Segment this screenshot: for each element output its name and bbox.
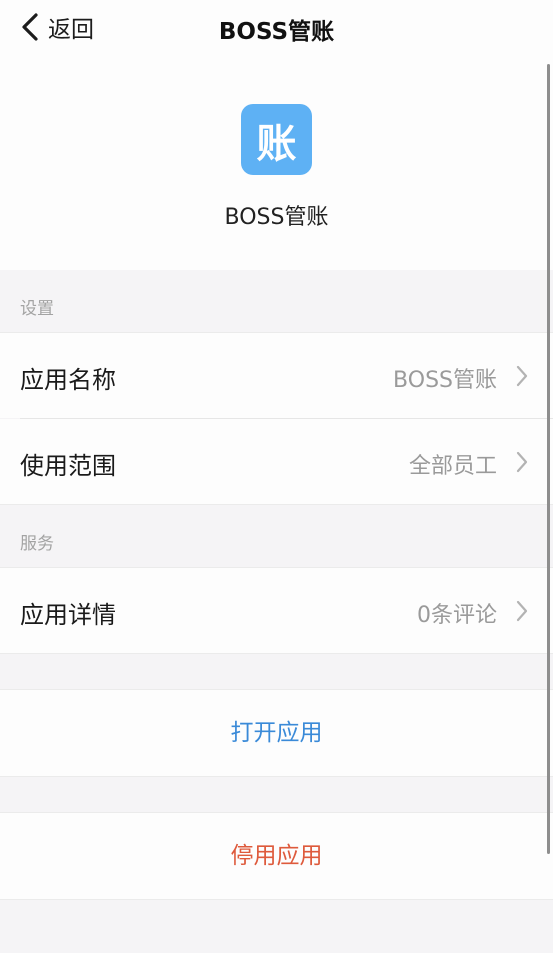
row-value: BOSS管账 [393,368,497,393]
section-header-service: 服务 [20,534,54,554]
row-label: 应用名称 [20,366,116,394]
open-app-button[interactable]: 打开应用 [0,690,553,776]
usage-scope-row[interactable]: 使用范围 全部员工 [0,419,553,504]
divider [0,653,553,654]
app-name: BOSS管账 [224,205,329,230]
row-label: 应用详情 [20,601,116,629]
chevron-right-icon [515,599,529,627]
chevron-right-icon [515,450,529,478]
app-name-row[interactable]: 应用名称 BOSS管账 [0,333,553,418]
chevron-right-icon [515,364,529,392]
disable-app-button[interactable]: 停用应用 [0,813,553,899]
page-title: BOSS管账 [218,19,335,45]
row-value: 全部员工 [408,454,497,479]
divider [0,899,553,900]
app-logo-icon: 账 [241,104,312,175]
nav-bar: 返回 BOSS管账 [0,0,553,54]
row-value: 0条评论 [417,603,497,628]
app-details-row[interactable]: 应用详情 0条评论 [0,568,553,653]
section-header-settings: 设置 [20,299,54,319]
app-header: 账 BOSS管账 [0,54,553,270]
scrollbar[interactable] [547,64,550,854]
divider [0,504,553,505]
divider [0,776,553,777]
row-label: 使用范围 [20,452,116,480]
